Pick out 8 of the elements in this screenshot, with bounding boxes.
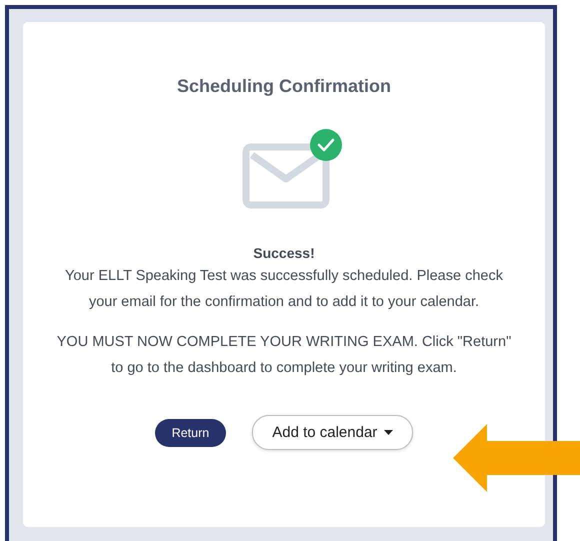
add-to-calendar-button[interactable]: Add to calendar	[252, 415, 414, 450]
caret-icon	[384, 430, 394, 435]
envelope-check-icon	[242, 129, 342, 209]
return-button[interactable]: Return	[154, 418, 226, 446]
success-heading: Success!	[253, 245, 315, 261]
card-title: Scheduling Confirmation	[177, 76, 391, 97]
success-message: Your ELLT Speaking Test was successfully scheduled. Please check your email for the confirmation and to add it to your calendar.	[64, 267, 504, 312]
instruction-text: YOU MUST NOW COMPLETE YOUR WRITING EXAM. Click "Return" to go to the dashboard to complete your writing exam.	[56, 333, 512, 378]
